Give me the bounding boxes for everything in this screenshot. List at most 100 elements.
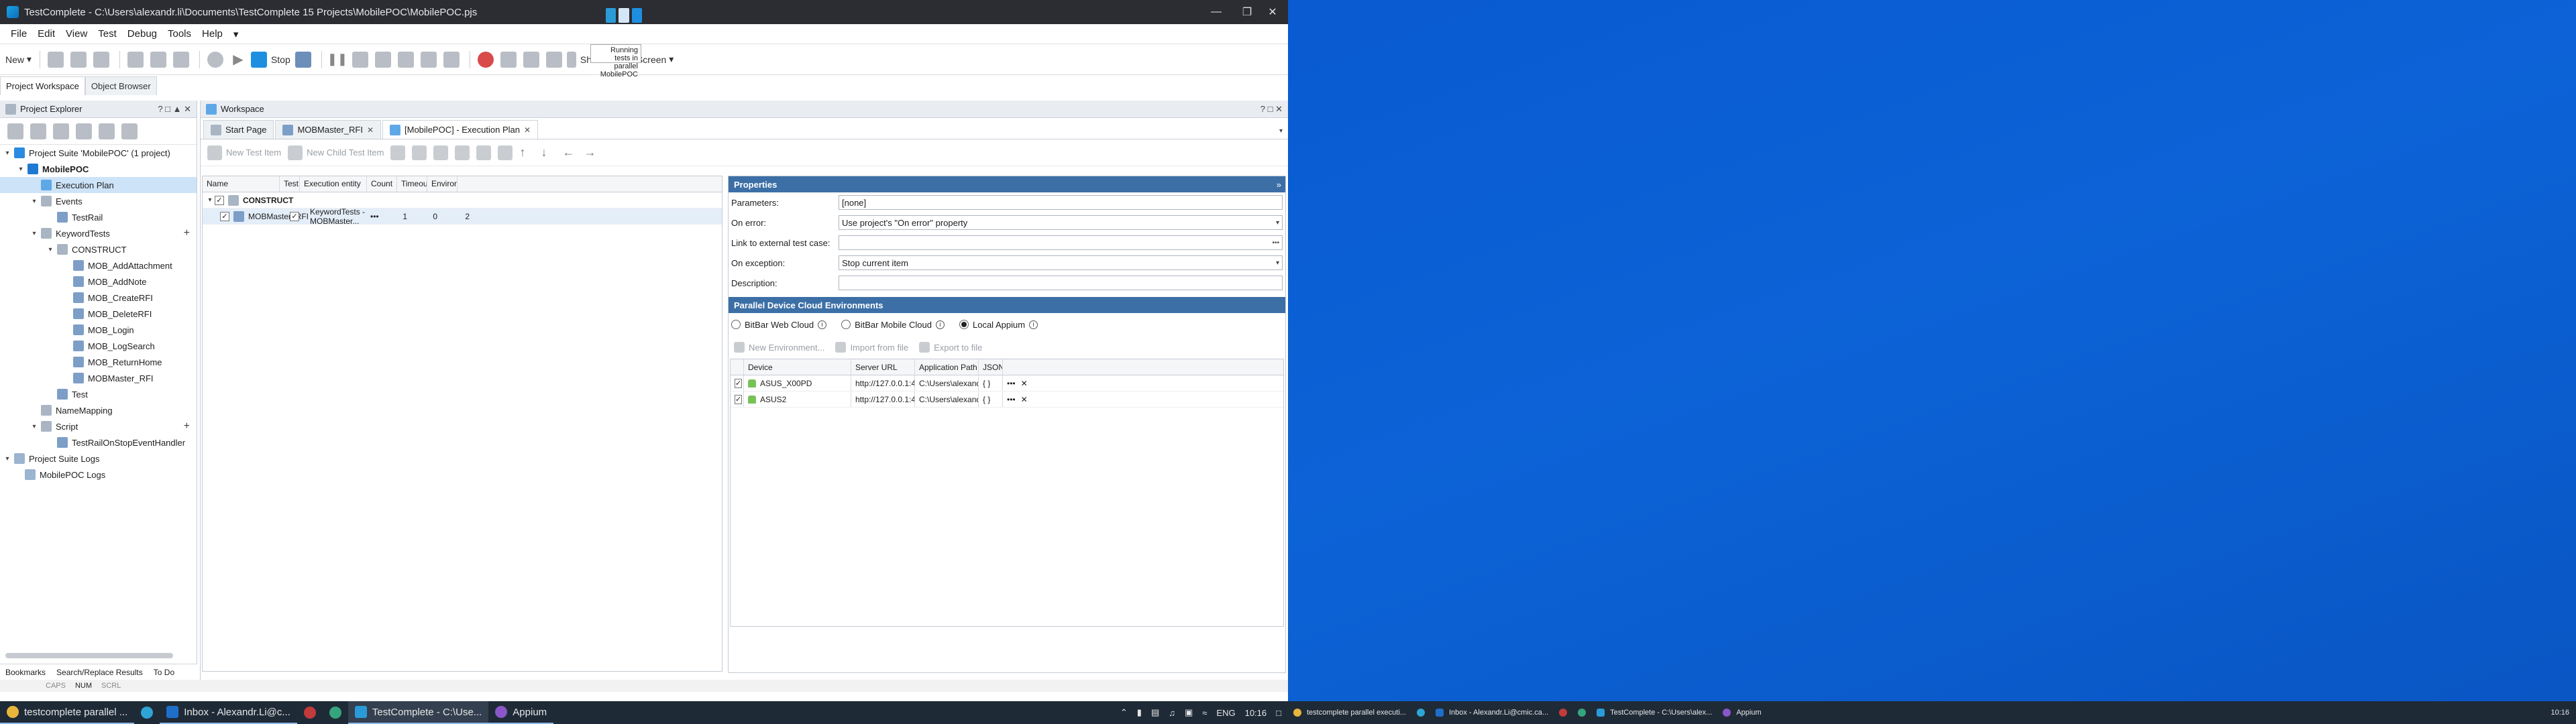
- tab-search-replace-results[interactable]: Search/Replace Results: [51, 666, 148, 679]
- device-url[interactable]: http://127.0.0.1:4723/wd/hub: [851, 375, 915, 391]
- radio-local-appium[interactable]: Local Appium i: [959, 320, 1038, 330]
- settings-icon[interactable]: [119, 121, 140, 142]
- run-to-cursor-icon[interactable]: [419, 49, 439, 70]
- tree-item-mob-login[interactable]: MOB_Login: [0, 322, 197, 338]
- link-field[interactable]: •••: [839, 235, 1283, 250]
- device-json[interactable]: { }: [979, 391, 1003, 407]
- tab-todo[interactable]: To Do: [148, 666, 180, 679]
- info-icon[interactable]: i: [818, 320, 827, 329]
- device-name-cell[interactable]: ASUS_X00PD: [744, 375, 851, 391]
- clock[interactable]: 10:16: [1245, 708, 1267, 718]
- taskbar2-item-red-app[interactable]: [1554, 701, 1572, 724]
- add-existing-icon[interactable]: [28, 121, 48, 142]
- inspect-icon[interactable]: [498, 49, 519, 70]
- new-environment-button[interactable]: New Environment...: [734, 342, 824, 353]
- panel-controls-icon[interactable]: ? □ ✕: [1260, 104, 1283, 115]
- add-keyword-test-icon[interactable]: +: [184, 227, 190, 239]
- taskbar-item-testcomplete[interactable]: TestComplete - C:\Use...: [347, 701, 489, 724]
- menu-view[interactable]: View: [62, 28, 91, 40]
- tree-item-mob-deleterfi[interactable]: MOB_DeleteRFI: [0, 306, 197, 322]
- tabs-overflow-icon[interactable]: ▾: [1279, 127, 1283, 135]
- move-up-icon[interactable]: ↑: [519, 145, 534, 160]
- taskbar2-item-chrome-search[interactable]: testcomplete parallel executi...: [1288, 701, 1411, 724]
- properties-icon[interactable]: [97, 121, 117, 142]
- menu-edit[interactable]: Edit: [34, 28, 59, 40]
- move-down-icon[interactable]: ↓: [541, 145, 555, 160]
- on-exception-select[interactable]: Stop current item ▾: [839, 255, 1283, 270]
- taskbar2-item-edge[interactable]: [1411, 701, 1430, 724]
- grid-icon[interactable]: [441, 49, 462, 70]
- step-into-icon[interactable]: [350, 49, 370, 70]
- item-entity[interactable]: KeywordTests - MOBMaster...: [310, 207, 370, 226]
- item-timeout[interactable]: 0: [410, 212, 440, 221]
- minimize-button[interactable]: —: [1201, 0, 1232, 24]
- taskbar-item-teal-app[interactable]: [323, 701, 348, 724]
- notifications-icon[interactable]: □: [1276, 708, 1281, 718]
- tree-item-mob-returnhome[interactable]: MOB_ReturnHome: [0, 354, 197, 370]
- device-row[interactable]: ✓ ASUS2 http://127.0.0.1:4723/wd/hub C:\…: [731, 391, 1283, 408]
- tree-item-mob-addattachment[interactable]: MOB_AddAttachment: [0, 257, 197, 274]
- new-child-test-item-button[interactable]: New Child Test Item: [288, 145, 384, 160]
- col-environments[interactable]: Environments: [427, 176, 458, 192]
- add-folder-icon[interactable]: [390, 145, 406, 160]
- tree-item-test[interactable]: Test: [0, 386, 197, 402]
- col-name[interactable]: Name: [203, 176, 280, 192]
- close-tab-icon[interactable]: ✕: [524, 125, 531, 135]
- pause-icon[interactable]: ❚❚: [327, 49, 347, 70]
- device-row[interactable]: ✓ ASUS_X00PD http://127.0.0.1:4723/wd/hu…: [731, 375, 1283, 391]
- collapse-panel-icon[interactable]: »: [1277, 180, 1281, 190]
- menu-tools[interactable]: Tools: [164, 28, 195, 40]
- enabled-checkbox[interactable]: ✓: [215, 195, 224, 205]
- remove-icon[interactable]: ✕: [1021, 395, 1028, 404]
- network-icon[interactable]: ▤: [1151, 707, 1159, 718]
- parallel-run-indicator[interactable]: [606, 8, 642, 24]
- clock[interactable]: 10:16: [2551, 709, 2569, 717]
- tab-project-workspace[interactable]: Project Workspace: [0, 76, 85, 95]
- tree-item-script[interactable]: ▾ Script +: [0, 418, 197, 434]
- col-timeout[interactable]: Timeout, min: [397, 176, 427, 192]
- ellipsis-icon[interactable]: •••: [1272, 239, 1279, 247]
- description-field[interactable]: [839, 276, 1283, 290]
- tree-item-mobilepoc[interactable]: ▾ MobilePOC: [0, 161, 197, 177]
- tree-item-mob-logsearch[interactable]: MOB_LogSearch: [0, 338, 197, 354]
- on-error-select[interactable]: Use project's "On error" property ▾: [839, 215, 1283, 230]
- device-app-path[interactable]: C:\Users\alexandr.li\Documents\: [915, 391, 979, 407]
- info-icon[interactable]: i: [1029, 320, 1038, 329]
- panel-controls-icon[interactable]: ? □ ▲ ✕: [158, 104, 191, 115]
- save-all-icon[interactable]: [91, 49, 111, 70]
- open-icon[interactable]: [46, 49, 66, 70]
- device-url[interactable]: http://127.0.0.1:4723/wd/hub: [851, 391, 915, 407]
- parallel-settings-icon[interactable]: [293, 49, 313, 70]
- add-new-item-icon[interactable]: [5, 121, 25, 142]
- copy-icon[interactable]: [476, 145, 492, 160]
- col-json[interactable]: JSON: [979, 359, 1003, 375]
- display-icon[interactable]: ▣: [1185, 707, 1193, 718]
- taskbar2-item-appium[interactable]: Appium: [1717, 701, 1766, 724]
- bug-icon[interactable]: [476, 49, 496, 70]
- taskbar-item-edge[interactable]: [134, 701, 160, 724]
- close-window-button[interactable]: ✕: [1257, 0, 1288, 24]
- menu-debug[interactable]: Debug: [123, 28, 161, 40]
- tree-item-events[interactable]: ▾ Events: [0, 193, 197, 209]
- info-icon[interactable]: i: [935, 320, 945, 329]
- remove-icon[interactable]: [51, 121, 71, 142]
- tree-item-execution-plan[interactable]: Execution Plan: [0, 177, 197, 193]
- tree-item-mobilepoc-logs[interactable]: MobilePOC Logs: [0, 467, 197, 483]
- tab-start-page[interactable]: Start Page: [203, 120, 274, 139]
- table-row-group[interactable]: ▾ ✓ CONSTRUCT: [203, 192, 722, 208]
- table-row[interactable]: ✓ MOBMaster_RFI ✓ KeywordTests - MOBMast…: [203, 207, 722, 226]
- tab-object-browser[interactable]: Object Browser: [85, 76, 157, 95]
- folder-icon[interactable]: [412, 145, 427, 160]
- tab-execution-plan[interactable]: [MobilePOC] - Execution Plan ✕: [382, 120, 539, 139]
- paste-icon[interactable]: [498, 145, 513, 160]
- radio-bitbar-web[interactable]: BitBar Web Cloud i: [731, 320, 827, 330]
- export-to-file-button[interactable]: Export to file: [919, 342, 982, 353]
- col-application-path[interactable]: Application Path: [915, 359, 979, 375]
- volume-icon[interactable]: ♫: [1169, 708, 1175, 718]
- add-item-icon[interactable]: [125, 49, 146, 70]
- parameters-field[interactable]: [none]: [839, 195, 1283, 210]
- delete-icon[interactable]: [455, 145, 470, 160]
- more-icon[interactable]: •••: [370, 212, 380, 221]
- new-button[interactable]: New ▾: [5, 49, 32, 70]
- taskbar-item-appium[interactable]: Appium: [488, 701, 554, 724]
